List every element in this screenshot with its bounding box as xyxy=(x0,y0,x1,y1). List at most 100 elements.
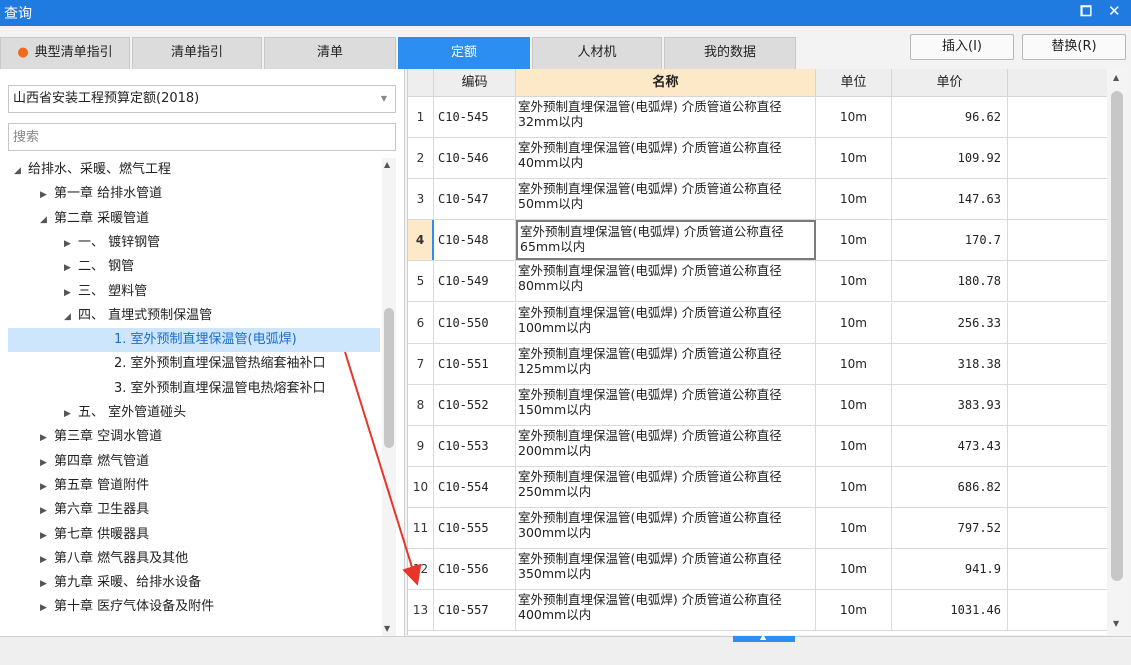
column-header-name[interactable]: 名称 xyxy=(516,69,816,97)
tab-my-data[interactable]: 我的数据 xyxy=(664,37,796,69)
expand-arrow-icon[interactable]: ▶ xyxy=(40,524,54,548)
scrollbar-thumb[interactable] xyxy=(384,308,394,448)
panel-splitter-handle[interactable]: ▲ xyxy=(733,632,795,642)
expand-arrow-icon[interactable]: ▶ xyxy=(64,281,78,305)
quota-unit[interactable]: 10m xyxy=(816,466,892,507)
row-index[interactable]: 9 xyxy=(408,425,434,466)
tab-bill-guide[interactable]: 清单指引 xyxy=(132,37,262,69)
expand-arrow-icon[interactable]: ▶ xyxy=(40,183,54,207)
tree-node[interactable]: ▶ 第一章 给排水管道 xyxy=(40,182,162,206)
row-index[interactable]: 3 xyxy=(408,179,434,220)
quota-code[interactable]: C10-556 xyxy=(434,549,516,590)
quota-unit[interactable]: 10m xyxy=(816,261,892,302)
quota-unit[interactable]: 10m xyxy=(816,179,892,220)
quota-price[interactable]: 256.33 xyxy=(892,302,1008,343)
table-row[interactable]: 7 C10-551 室外预制直埋保温管(电弧焊) 介质管道公称直径125mm以内 10… xyxy=(408,343,1108,385)
quota-code[interactable]: C10-550 xyxy=(434,302,516,343)
row-index[interactable]: 6 xyxy=(408,302,434,343)
table-row[interactable]: 4 C10-548 室外预制直埋保温管(电弧焊) 介质管道公称直径65mm以内 10m… xyxy=(408,220,1108,262)
quota-code[interactable]: C10-552 xyxy=(434,384,516,425)
quota-unit[interactable]: 10m xyxy=(816,138,892,179)
quota-code[interactable]: C10-547 xyxy=(434,179,516,220)
restore-icon[interactable]: ⧠ xyxy=(1080,2,1092,20)
quota-code[interactable]: C10-551 xyxy=(434,343,516,384)
quota-name[interactable]: 室外预制直埋保温管(电弧焊) 介质管道公称直径125mm以内 xyxy=(516,343,816,384)
tree-node[interactable]: ▶ 第九章 采暖、给排水设备 xyxy=(40,571,201,595)
quota-price[interactable]: 473.43 xyxy=(892,425,1008,466)
quota-code[interactable]: C10-545 xyxy=(434,97,516,137)
quota-name[interactable]: 室外预制直埋保温管(电弧焊) 介质管道公称直径32mm以内 xyxy=(516,97,816,137)
tree-node[interactable]: ▶ 第六章 卫生器具 xyxy=(40,498,149,522)
row-index[interactable]: 7 xyxy=(408,343,434,384)
quota-library-select[interactable]: 山西省安装工程预算定额(2018) ▼ xyxy=(8,85,396,113)
quota-price[interactable]: 941.9 xyxy=(892,549,1008,590)
tree-node[interactable]: ▶ 第十章 医疗气体设备及附件 xyxy=(40,595,214,619)
insert-button[interactable]: 插入(I) xyxy=(910,34,1014,60)
expand-arrow-icon[interactable]: ▶ xyxy=(64,232,78,256)
quota-price[interactable]: 383.93 xyxy=(892,384,1008,425)
row-index[interactable]: 2 xyxy=(408,138,434,179)
search-input[interactable] xyxy=(8,123,396,151)
tree-node[interactable]: ▶ 三、 塑料管 xyxy=(64,280,147,304)
row-index[interactable]: 10 xyxy=(408,466,434,507)
collapse-arrow-icon[interactable]: ◢ xyxy=(64,305,78,329)
tree-node[interactable]: 1. 室外预制直埋保温管(电弧焊) xyxy=(100,328,297,352)
quota-unit[interactable]: 10m xyxy=(816,508,892,548)
tree-node[interactable]: ▶ 五、 室外管道碰头 xyxy=(64,401,186,425)
tab-quota[interactable]: 定额 xyxy=(398,37,530,69)
replace-button[interactable]: 替换(R) xyxy=(1022,34,1126,60)
quota-name[interactable]: 室外预制直埋保温管(电弧焊) 介质管道公称直径65mm以内 xyxy=(516,220,816,261)
quota-name[interactable]: 室外预制直埋保温管(电弧焊) 介质管道公称直径100mm以内 xyxy=(516,302,816,343)
tree-node[interactable]: 3. 室外预制直埋保温管电热熔套补口 xyxy=(100,377,326,401)
tree-scrollbar[interactable]: ▲ ▼ xyxy=(382,158,396,636)
quota-code[interactable]: C10-557 xyxy=(434,590,516,631)
quota-unit[interactable]: 10m xyxy=(816,302,892,343)
expand-arrow-icon[interactable]: ▶ xyxy=(40,596,54,620)
row-index[interactable]: 5 xyxy=(408,261,434,302)
quota-unit[interactable]: 10m xyxy=(816,384,892,425)
quota-name[interactable]: 室外预制直埋保温管(电弧焊) 介质管道公称直径400mm以内 xyxy=(516,590,816,631)
quota-price[interactable]: 318.38 xyxy=(892,343,1008,384)
quota-code[interactable]: C10-554 xyxy=(434,466,516,507)
quota-unit[interactable]: 10m xyxy=(816,220,892,261)
scrollbar-thumb[interactable] xyxy=(1111,91,1123,581)
quota-unit[interactable]: 10m xyxy=(816,343,892,384)
expand-arrow-icon[interactable]: ▶ xyxy=(40,426,54,450)
quota-name[interactable]: 室外预制直埋保温管(电弧焊) 介质管道公称直径350mm以内 xyxy=(516,549,816,590)
collapse-arrow-icon[interactable]: ◢ xyxy=(14,159,28,183)
expand-arrow-icon[interactable]: ▶ xyxy=(64,256,78,280)
close-icon[interactable]: ✕ xyxy=(1108,2,1121,20)
table-row[interactable]: 2 C10-546 室外预制直埋保温管(电弧焊) 介质管道公称直径40mm以内 10m… xyxy=(408,138,1108,180)
scroll-down-icon[interactable]: ▼ xyxy=(384,624,390,633)
quota-price[interactable]: 797.52 xyxy=(892,508,1008,548)
quota-name[interactable]: 室外预制直埋保温管(电弧焊) 介质管道公称直径80mm以内 xyxy=(516,261,816,302)
tree-node[interactable]: ▶ 第八章 燃气器具及其他 xyxy=(40,547,188,571)
quota-code[interactable]: C10-548 xyxy=(434,220,516,261)
expand-arrow-icon[interactable]: ▶ xyxy=(64,402,78,426)
expand-arrow-icon[interactable]: ▶ xyxy=(40,475,54,499)
table-row[interactable]: 1 C10-545 室外预制直埋保温管(电弧焊) 介质管道公称直径32mm以内 10m… xyxy=(408,97,1108,138)
tree-node[interactable]: ◢ 四、 直埋式预制保温管 xyxy=(64,304,212,328)
quota-price[interactable]: 686.82 xyxy=(892,466,1008,507)
table-row[interactable]: 10 C10-554 室外预制直埋保温管(电弧焊) 介质管道公称直径250mm以内 1… xyxy=(408,466,1108,508)
quota-unit[interactable]: 10m xyxy=(816,590,892,631)
expand-arrow-icon[interactable]: ▶ xyxy=(40,499,54,523)
tree-node[interactable]: ▶ 一、 镀锌钢管 xyxy=(64,231,160,255)
table-row[interactable]: 6 C10-550 室外预制直埋保温管(电弧焊) 介质管道公称直径100mm以内 10… xyxy=(408,302,1108,344)
table-row[interactable]: 13 C10-557 室外预制直埋保温管(电弧焊) 介质管道公称直径400mm以内 1… xyxy=(408,590,1108,632)
scroll-up-icon[interactable]: ▲ xyxy=(384,160,390,169)
expand-arrow-icon[interactable]: ▶ xyxy=(40,572,54,596)
row-index[interactable]: 13 xyxy=(408,590,434,631)
quota-name[interactable]: 室外预制直埋保温管(电弧焊) 介质管道公称直径250mm以内 xyxy=(516,466,816,507)
quota-name[interactable]: 室外预制直埋保温管(电弧焊) 介质管道公称直径200mm以内 xyxy=(516,425,816,466)
quota-name[interactable]: 室外预制直埋保温管(电弧焊) 介质管道公称直径50mm以内 xyxy=(516,179,816,220)
quota-price[interactable]: 180.78 xyxy=(892,261,1008,302)
quota-name[interactable]: 室外预制直埋保温管(电弧焊) 介质管道公称直径40mm以内 xyxy=(516,138,816,179)
table-row[interactable]: 11 C10-555 室外预制直埋保温管(电弧焊) 介质管道公称直径300mm以内 1… xyxy=(408,508,1108,549)
table-row[interactable]: 3 C10-547 室外预制直埋保温管(电弧焊) 介质管道公称直径50mm以内 10m… xyxy=(408,179,1108,221)
quota-name[interactable]: 室外预制直埋保温管(电弧焊) 介质管道公称直径150mm以内 xyxy=(516,384,816,425)
tree-node[interactable]: ▶ 第七章 供暖器具 xyxy=(40,523,149,547)
tree-node[interactable]: ▶ 第四章 燃气管道 xyxy=(40,450,149,474)
tree-node[interactable]: ◢ 给排水、采暖、燃气工程 xyxy=(14,158,171,182)
column-header-price[interactable]: 单价 xyxy=(892,69,1008,97)
